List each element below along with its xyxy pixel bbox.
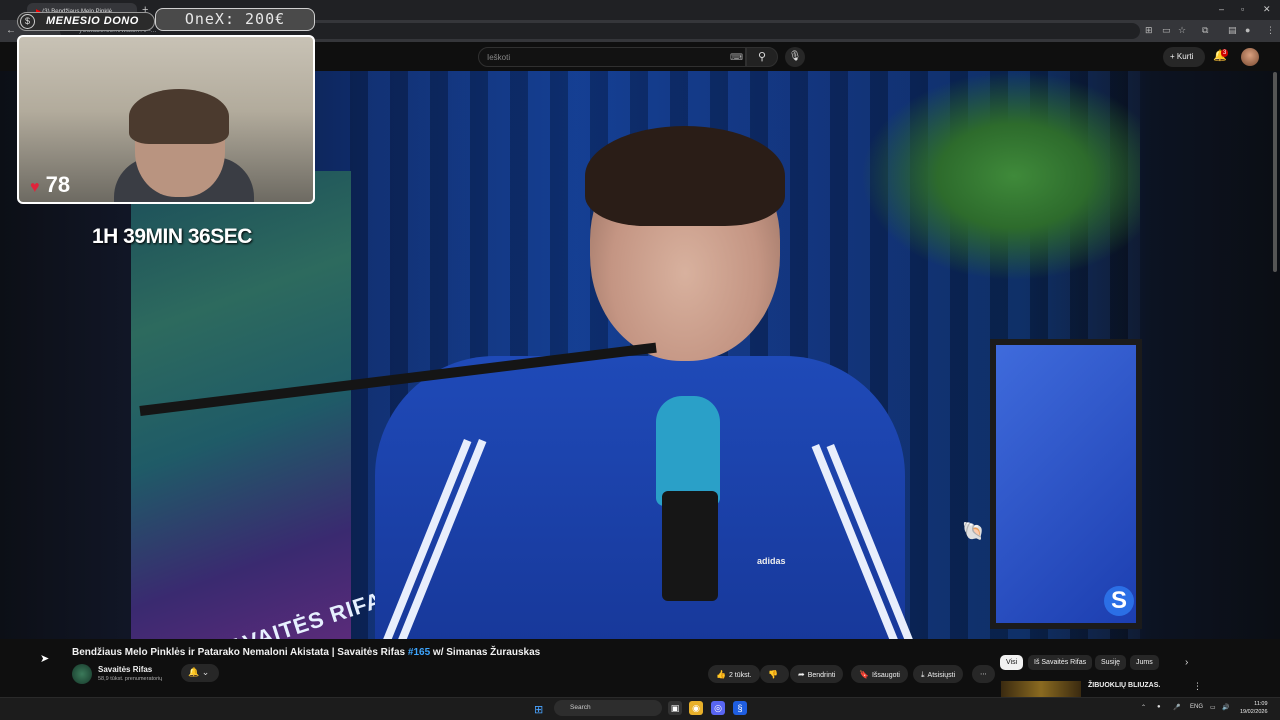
app-s-icon[interactable]: § <box>733 701 747 715</box>
profile-icon[interactable]: ● <box>1245 25 1250 35</box>
volume-icon[interactable]: 🔊 <box>1222 704 1229 711</box>
clock-date: 19/02/2026 <box>1240 709 1268 715</box>
plus-icon: + <box>1170 52 1175 61</box>
chip-related[interactable]: Susiję <box>1095 655 1127 670</box>
create-label: Kurti <box>1176 52 1194 61</box>
account-avatar[interactable] <box>1241 48 1259 66</box>
video-title-rest: w/ Simanas Žurauskas <box>430 647 541 658</box>
maximize-button[interactable]: ▫ <box>1241 4 1244 14</box>
guest-hair <box>585 126 785 226</box>
back-arrow-icon[interactable]: ← <box>6 25 16 36</box>
close-window-button[interactable]: ✕ <box>1263 4 1271 15</box>
like-button[interactable]: 👍 2 tūkst. <box>708 665 760 683</box>
chrome-icon[interactable]: ◉ <box>689 701 703 715</box>
podcast-microphone <box>656 396 720 506</box>
chevron-right-icon[interactable]: › <box>1185 657 1188 668</box>
download-button[interactable]: ⤓ Atsisiųsti <box>913 665 964 683</box>
page-scrollbar[interactable] <box>1273 72 1277 272</box>
minimize-button[interactable]: – <box>1219 4 1224 14</box>
adidas-logo: adidas <box>757 556 786 566</box>
search-input[interactable]: Ieškoti <box>478 47 746 67</box>
search-placeholder: Ieškoti <box>487 53 511 62</box>
thumbs-down-icon: 👎 <box>768 670 778 679</box>
sidepanel-icon[interactable]: ▤ <box>1228 25 1237 36</box>
streamer-hair <box>129 89 229 144</box>
bookmark-icon: 🔖 <box>859 670 869 679</box>
tray-app-icon[interactable]: ● <box>1157 704 1161 710</box>
discord-icon[interactable]: ◎ <box>711 701 725 715</box>
video-hashtag-link[interactable]: #165 <box>408 647 430 658</box>
cast-icon[interactable]: ▭ <box>1162 25 1171 36</box>
taskbar-clock[interactable]: 11:09 19/02/2026 <box>1240 700 1268 716</box>
thumbs-up-icon: 👍 <box>716 670 726 679</box>
bookmark-star-icon[interactable]: ☆ <box>1178 25 1186 36</box>
stream-timer: 1H 39MIN 36SEC <box>92 225 252 248</box>
channel-watermark-logo: S <box>1104 586 1134 616</box>
microphone-icon: 🎙 <box>788 51 802 62</box>
kebab-menu-icon[interactable]: ⋮ <box>1193 681 1202 692</box>
shell-decoration-icon: 🐚 <box>962 521 985 541</box>
taskbar-search-box[interactable]: Search <box>554 700 662 716</box>
windows-start-icon[interactable]: ⊞ <box>534 703 543 716</box>
clock-time: 11:09 <box>1254 701 1268 707</box>
like-count-label: 2 tūkst. <box>728 672 752 679</box>
chevron-down-icon: ⌄ <box>201 667 210 677</box>
taskbar-search-label: Search <box>570 704 591 711</box>
dollar-coin-icon: $ <box>20 14 35 29</box>
chip-for-you[interactable]: Jums <box>1130 655 1159 670</box>
search-icon: ⚲ <box>757 51 767 63</box>
dislike-button[interactable]: 👎 <box>760 665 789 683</box>
recommended-video-title[interactable]: ŽIBUOKLIŲ BLIUZAS. <box>1088 682 1160 689</box>
tray-overflow-icon[interactable]: ⌃ <box>1141 704 1146 711</box>
microphone-body <box>662 491 718 601</box>
video-title-main: Bendžiaus Melo Pinklės ir Patarako Nemal… <box>72 647 408 658</box>
download-label: Atsisiųsti <box>927 672 956 679</box>
subscription-notification-button[interactable]: 🔔 ⌄ <box>181 664 219 682</box>
voice-search-button[interactable]: 🎙 <box>785 47 805 67</box>
download-icon: ⤓ <box>921 670 925 679</box>
network-icon[interactable]: ▭ <box>1210 704 1216 711</box>
tray-mic-icon[interactable]: 🎤 <box>1173 704 1180 711</box>
create-button[interactable]: + Kurti <box>1163 47 1205 67</box>
chip-from-channel[interactable]: Iš Savaitės Rifas <box>1028 655 1093 670</box>
share-button[interactable]: ➦ Bendrinti <box>790 665 844 683</box>
share-arrow-icon: ➦ <box>798 670 805 679</box>
like-counter: ♥ 78 <box>30 172 70 198</box>
channel-avatar[interactable] <box>72 664 92 684</box>
subscriber-count: 58,9 tūkst. prenumeratorių <box>98 676 163 682</box>
monthly-donation-label: MENESIO DONO <box>17 12 155 31</box>
save-button[interactable]: 🔖 Išsaugoti <box>851 665 908 683</box>
like-count: 78 <box>45 172 71 197</box>
save-label: Išsaugoti <box>871 672 900 679</box>
keyboard-icon[interactable]: ⌨ <box>730 52 743 63</box>
chip-all[interactable]: Visi <box>1000 655 1024 670</box>
more-actions-button[interactable]: ⋯ <box>972 665 995 683</box>
share-label: Bendrinti <box>807 672 836 679</box>
channel-name-link[interactable]: Savaitės Rifas <box>98 665 152 674</box>
recommended-video-thumbnail[interactable] <box>1001 681 1081 697</box>
browser-menu-icon[interactable]: ⋮ <box>1266 25 1275 36</box>
taskview-icon[interactable]: ▣ <box>668 701 682 715</box>
bell-icon: 🔔 <box>188 667 200 677</box>
translate-icon[interactable]: ⊞ <box>1145 25 1153 36</box>
mouse-cursor-icon: ➤ <box>40 653 50 665</box>
extensions-icon[interactable]: ⧉ <box>1202 25 1208 36</box>
plant-decoration <box>860 71 1140 281</box>
top-donor-pill: OneX: 200€ <box>155 8 315 31</box>
heart-icon: ♥ <box>30 179 40 196</box>
language-indicator[interactable]: ENG <box>1190 704 1203 710</box>
search-button[interactable]: ⚲ <box>746 47 778 67</box>
video-title: Bendžiaus Melo Pinklės ir Patarako Nemal… <box>72 647 540 658</box>
